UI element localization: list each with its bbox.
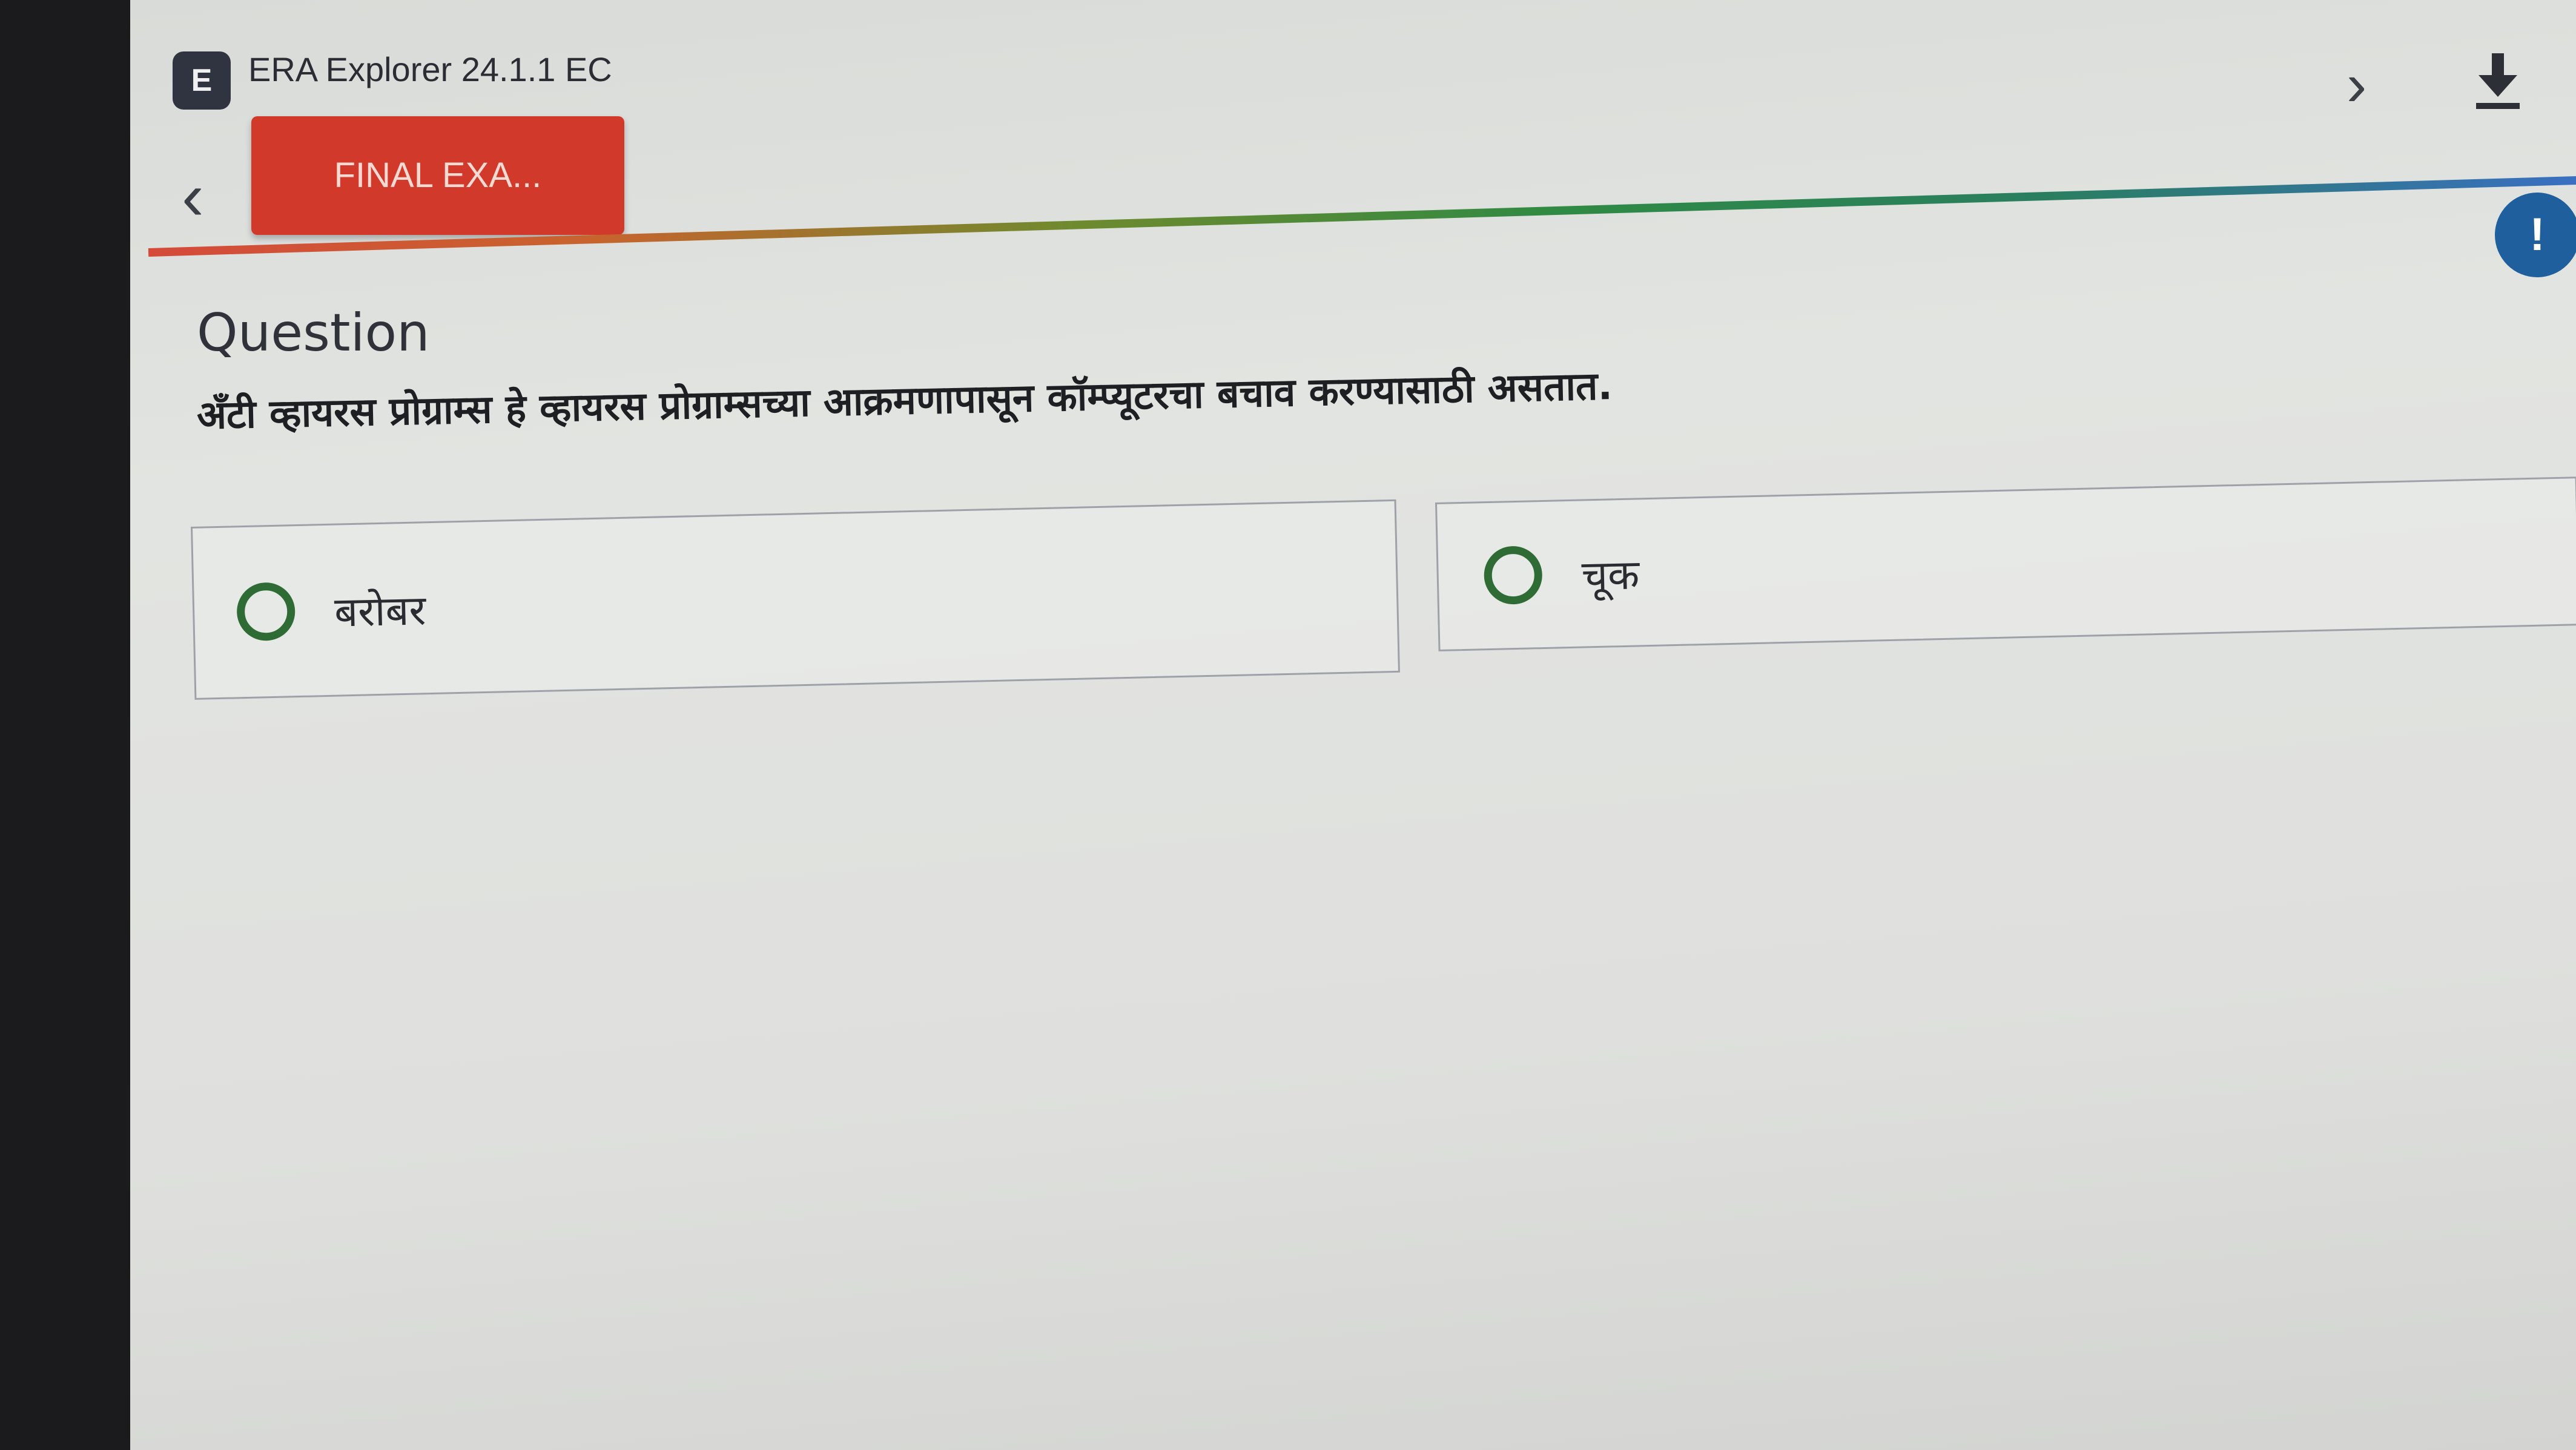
option-label: बरोबर — [334, 586, 427, 637]
chevron-right-icon[interactable]: › — [2346, 54, 2366, 115]
info-icon[interactable]: ! — [2495, 193, 2576, 277]
download-icon[interactable] — [2468, 48, 2528, 115]
option-false[interactable]: चूक — [1435, 476, 2576, 651]
question-heading: Question — [197, 303, 430, 363]
exam-tab-button[interactable]: FINAL EXA... — [251, 116, 624, 235]
question-text: अँटी व्हायरस प्रोग्राम्स हे व्हायरस प्रो… — [196, 364, 1613, 438]
radio-button[interactable] — [1483, 545, 1543, 605]
top-bar: E ERA Explorer 24.1.1 EC › ‹ FINAL EXA..… — [130, 0, 2576, 277]
app-screen: E ERA Explorer 24.1.1 EC › ‹ FINAL EXA..… — [130, 0, 2576, 1450]
option-true[interactable]: बरोबर — [191, 499, 1400, 700]
chevron-left-icon[interactable]: ‹ — [182, 163, 204, 230]
option-label: चूक — [1580, 550, 1640, 601]
radio-button[interactable] — [236, 582, 296, 642]
app-title: ERA Explorer 24.1.1 EC — [248, 50, 612, 88]
app-logo-icon: E — [173, 51, 231, 110]
